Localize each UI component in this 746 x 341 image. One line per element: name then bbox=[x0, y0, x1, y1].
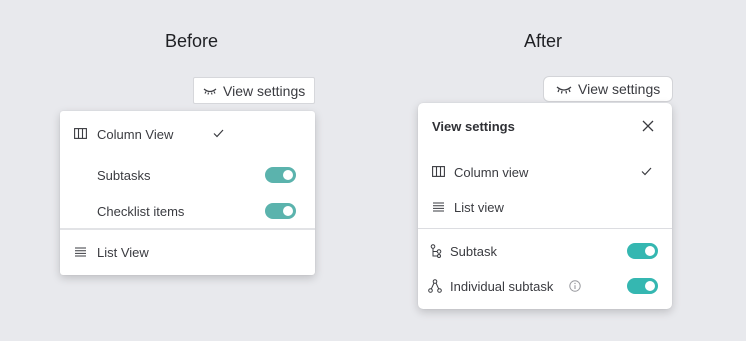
before-view-settings-menu: Column View Subtasks Checklist items Lis… bbox=[60, 111, 315, 275]
before-view-settings-button[interactable]: View settings bbox=[193, 77, 315, 104]
columns-icon bbox=[74, 128, 87, 139]
after-heading: After bbox=[524, 31, 563, 51]
menu-divider bbox=[60, 228, 315, 230]
menu-item-subtask: Subtask bbox=[418, 240, 672, 262]
toggle-knob bbox=[645, 246, 655, 256]
after-view-settings-panel: View settings Column view List view Subt… bbox=[418, 103, 672, 309]
close-icon[interactable] bbox=[642, 120, 654, 132]
columns-icon bbox=[432, 166, 445, 177]
menu-item-checklist-items: Checklist items bbox=[60, 200, 315, 222]
view-settings-label: View settings bbox=[223, 82, 306, 99]
panel-header: View settings bbox=[418, 115, 672, 137]
subtasks-toggle[interactable] bbox=[265, 167, 296, 183]
eye-closed-icon bbox=[556, 85, 572, 94]
list-view-label: List View bbox=[97, 244, 149, 260]
panel-divider bbox=[418, 228, 672, 229]
menu-item-list-view[interactable]: List view bbox=[418, 196, 672, 218]
checkmark-icon bbox=[213, 129, 224, 138]
menu-item-subtasks: Subtasks bbox=[60, 164, 315, 186]
subtask-icon bbox=[430, 244, 442, 258]
toggle-knob bbox=[283, 206, 293, 216]
eye-closed-icon bbox=[203, 87, 217, 95]
after-view-settings-button[interactable]: View settings bbox=[543, 76, 673, 102]
hierarchy-icon bbox=[428, 279, 442, 293]
toggle-knob bbox=[645, 281, 655, 291]
checklist-items-toggle[interactable] bbox=[265, 203, 296, 219]
list-icon bbox=[75, 247, 86, 257]
menu-item-individual-subtask: Individual subtask bbox=[418, 275, 672, 297]
toggle-knob bbox=[283, 170, 293, 180]
info-icon[interactable] bbox=[569, 280, 581, 292]
subtask-toggle[interactable] bbox=[627, 243, 658, 259]
checklist-items-label: Checklist items bbox=[97, 203, 185, 219]
list-view-label: List view bbox=[454, 199, 504, 215]
subtasks-label: Subtasks bbox=[97, 167, 151, 183]
column-view-label: Column View bbox=[97, 126, 174, 142]
individual-subtask-label: Individual subtask bbox=[450, 278, 554, 294]
checkmark-icon bbox=[641, 167, 652, 176]
before-heading: Before bbox=[165, 31, 219, 51]
menu-item-column-view[interactable]: Column View bbox=[60, 123, 315, 145]
column-view-label: Column view bbox=[454, 164, 529, 180]
list-icon bbox=[433, 202, 444, 212]
panel-title: View settings bbox=[432, 118, 515, 134]
subtask-label: Subtask bbox=[450, 243, 497, 259]
menu-item-list-view[interactable]: List View bbox=[60, 241, 315, 263]
menu-item-column-view[interactable]: Column view bbox=[418, 161, 672, 183]
view-settings-label: View settings bbox=[578, 81, 661, 97]
individual-subtask-toggle[interactable] bbox=[627, 278, 658, 294]
